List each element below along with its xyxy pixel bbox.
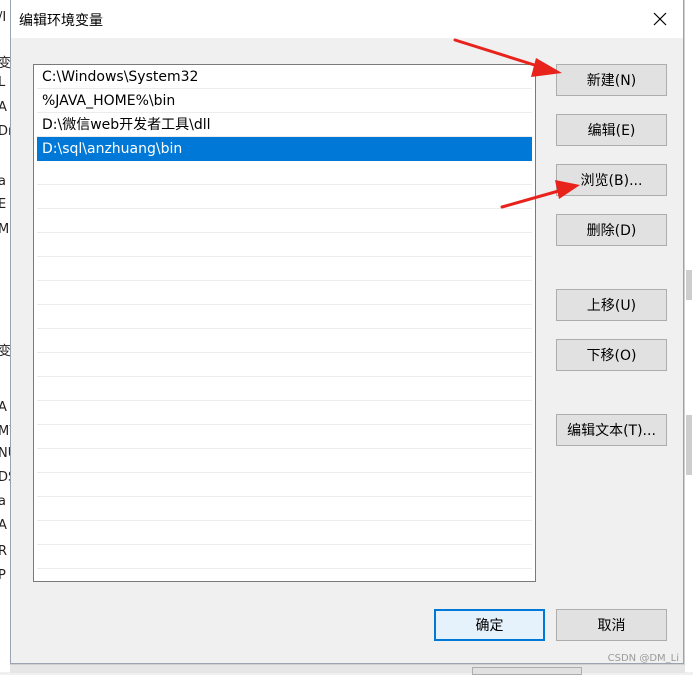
path-list-empty-row[interactable]	[37, 473, 532, 497]
background-scrollbar-thumb	[686, 415, 692, 475]
path-list-empty-row[interactable]	[37, 521, 532, 545]
path-list-empty-row[interactable]	[37, 257, 532, 281]
close-button[interactable]	[645, 5, 675, 33]
path-list-item[interactable]: %JAVA_HOME%\bin	[37, 89, 532, 113]
path-list-empty-row[interactable]	[37, 497, 532, 521]
cancel-button[interactable]: 取消	[556, 609, 667, 641]
path-list-empty-row[interactable]	[37, 329, 532, 353]
edit-button[interactable]: 编辑(E)	[556, 114, 667, 146]
ok-button[interactable]: 确定	[434, 609, 545, 641]
path-list-item[interactable]: D:\微信web开发者工具\dll	[37, 113, 532, 137]
path-list-item-selected[interactable]: D:\sql\anzhuang\bin	[37, 137, 532, 161]
path-list-empty-row[interactable]	[37, 209, 532, 233]
edit-env-variable-dialog: 编辑环境变量 C:\Windows\System32 %JAVA_HOME%\bi…	[10, 0, 684, 664]
path-list-empty-row[interactable]	[37, 185, 532, 209]
path-list-empty-row[interactable]	[37, 353, 532, 377]
background-window-right	[684, 0, 693, 672]
path-list-empty-row[interactable]	[37, 449, 532, 473]
path-list-empty-row[interactable]	[37, 545, 532, 569]
browse-button[interactable]: 浏览(B)...	[556, 164, 667, 196]
move-down-button[interactable]: 下移(O)	[556, 339, 667, 371]
path-list-item[interactable]: C:\Windows\System32	[37, 65, 532, 89]
new-button[interactable]: 新建(N)	[556, 64, 667, 96]
delete-button[interactable]: 删除(D)	[556, 214, 667, 246]
path-list-empty-row[interactable]	[37, 233, 532, 257]
path-list[interactable]: C:\Windows\System32 %JAVA_HOME%\bin D:\微信w…	[33, 64, 536, 582]
path-list-empty-row[interactable]	[37, 401, 532, 425]
path-list-empty-row[interactable]	[37, 377, 532, 401]
path-list-empty-row[interactable]	[37, 281, 532, 305]
background-scrollbar-thumb	[686, 270, 692, 300]
dialog-title: 编辑环境变量	[19, 13, 103, 29]
watermark: CSDN @DM_Li	[607, 653, 679, 664]
path-list-empty-row[interactable]	[37, 305, 532, 329]
path-list-empty-row[interactable]	[37, 161, 532, 185]
edit-text-button[interactable]: 编辑文本(T)...	[556, 414, 667, 446]
move-up-button[interactable]: 上移(U)	[556, 289, 667, 321]
background-button	[472, 667, 582, 675]
title-bar: 编辑环境变量	[11, 0, 683, 38]
close-icon	[653, 12, 667, 26]
path-list-empty-row[interactable]	[37, 425, 532, 449]
